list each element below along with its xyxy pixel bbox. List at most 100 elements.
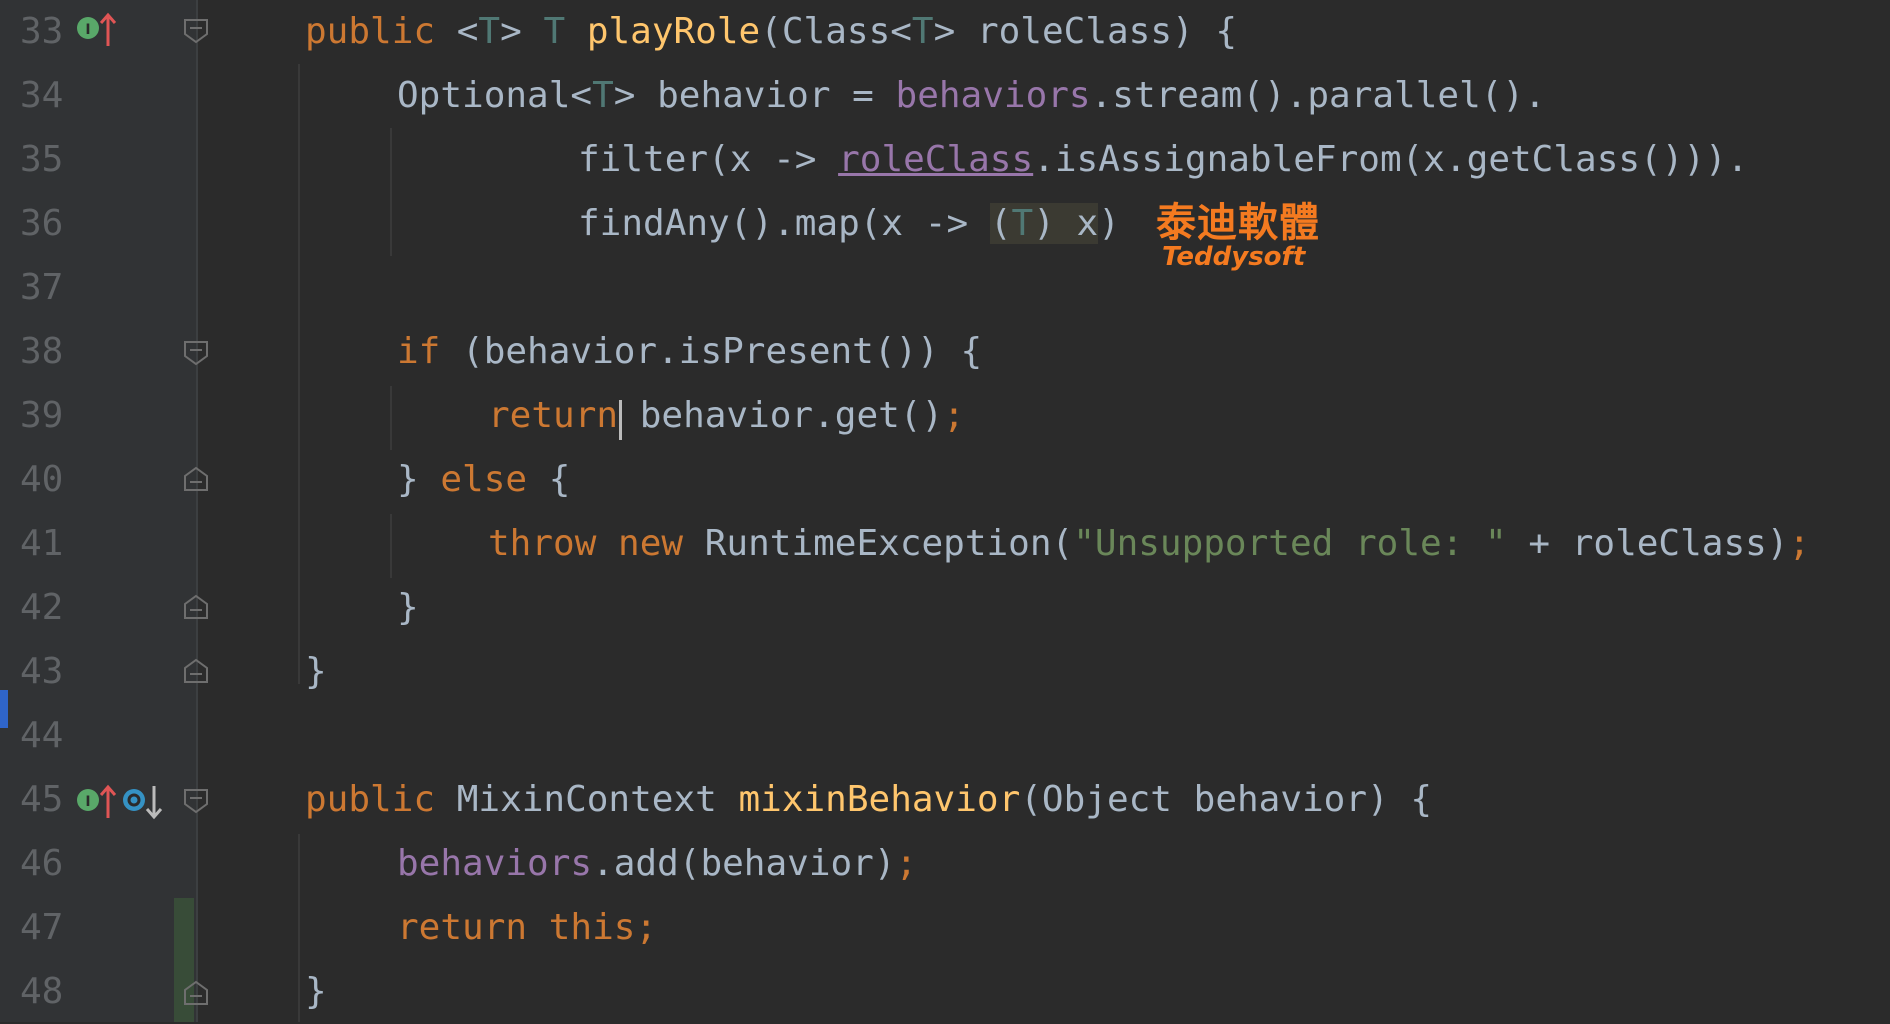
teddysoft-watermark: 泰迪軟體 Teddysoft bbox=[1150, 190, 1340, 280]
code-token: .stream().parallel(). bbox=[1090, 75, 1546, 116]
code-token: (Object behavior) { bbox=[1020, 779, 1433, 820]
line-number[interactable]: 42 bbox=[20, 576, 80, 640]
code-token: > bbox=[500, 11, 544, 52]
code-text[interactable]: Optional<T> behavior = behaviors.stream(… bbox=[397, 64, 1546, 128]
code-line[interactable]: 46 behaviors.add(behavior); bbox=[0, 832, 1890, 896]
line-number[interactable]: 40 bbox=[20, 448, 80, 512]
code-text[interactable]: if (behavior.isPresent()) { bbox=[397, 320, 982, 384]
code-token: return this; bbox=[397, 907, 658, 948]
code-token: behaviors bbox=[397, 843, 593, 884]
code-token: ; bbox=[1788, 523, 1811, 564]
code-token: else bbox=[440, 459, 549, 500]
code-token: T bbox=[1011, 203, 1034, 244]
code-text[interactable]: } bbox=[305, 960, 327, 1024]
code-line[interactable]: 37 bbox=[0, 256, 1890, 320]
code-line[interactable]: 45 public MixinContext mixinBehavior(Obje… bbox=[0, 768, 1890, 832]
fold-end-icon[interactable] bbox=[183, 980, 209, 1006]
code-token: + roleClass) bbox=[1506, 523, 1789, 564]
overridden-down-arrow-icon[interactable] bbox=[122, 782, 163, 820]
code-token: public bbox=[305, 11, 457, 52]
line-number[interactable]: 36 bbox=[20, 192, 80, 256]
code-text[interactable]: public <T> T playRole(Class<T> roleClass… bbox=[305, 0, 1237, 64]
code-token: behavior.get() bbox=[639, 395, 944, 436]
fold-collapse-icon[interactable] bbox=[183, 340, 209, 366]
code-token: .isAssignableFrom(x.getClass())). bbox=[1033, 139, 1749, 180]
code-token: if bbox=[397, 331, 463, 372]
code-token: } bbox=[397, 587, 419, 628]
fold-end-icon[interactable] bbox=[183, 594, 209, 620]
fold-end-icon[interactable] bbox=[183, 658, 209, 684]
code-text[interactable]: behaviors.add(behavior); bbox=[397, 832, 917, 896]
code-token: ; bbox=[895, 843, 918, 884]
code-token: T bbox=[592, 75, 614, 116]
code-text[interactable]: } else { bbox=[397, 448, 570, 512]
implemented-up-arrow-icon[interactable]: I bbox=[76, 10, 117, 46]
code-token: { bbox=[548, 459, 571, 500]
line-number[interactable]: 47 bbox=[20, 896, 80, 960]
code-token: ) bbox=[1098, 203, 1120, 244]
line-number[interactable]: 37 bbox=[20, 256, 80, 320]
line-number[interactable]: 33 bbox=[20, 0, 80, 64]
code-token: RuntimeException( bbox=[704, 523, 1074, 564]
code-line[interactable]: 47 return this; bbox=[0, 896, 1890, 960]
code-token: (Class< bbox=[760, 11, 912, 52]
code-text[interactable]: return this; bbox=[397, 896, 657, 960]
watermark-english: Teddysoft bbox=[1162, 242, 1306, 272]
code-token: behaviors bbox=[895, 75, 1091, 116]
code-line[interactable]: 38 if (behavior.isPresent()) { bbox=[0, 320, 1890, 384]
line-number[interactable]: 39 bbox=[20, 384, 80, 448]
fold-collapse-icon[interactable] bbox=[183, 788, 209, 814]
code-token: ( bbox=[989, 203, 1012, 244]
code-text[interactable]: filter(x -> roleClass.isAssignableFrom(x… bbox=[578, 128, 1748, 192]
code-text[interactable]: } bbox=[397, 576, 419, 640]
line-number[interactable]: 38 bbox=[20, 320, 80, 384]
code-token: > roleClass) { bbox=[933, 11, 1238, 52]
code-token: return bbox=[488, 395, 640, 436]
line-number[interactable]: 43 bbox=[20, 640, 80, 704]
code-token: T bbox=[478, 11, 501, 52]
code-line[interactable]: 40} else { bbox=[0, 448, 1890, 512]
line-number[interactable]: 46 bbox=[20, 832, 80, 896]
line-number[interactable]: 34 bbox=[20, 64, 80, 128]
line-number[interactable]: 45 bbox=[20, 768, 80, 832]
line-number[interactable]: 41 bbox=[20, 512, 80, 576]
code-token: "Unsupported role: " bbox=[1073, 523, 1507, 564]
code-text[interactable]: } bbox=[305, 640, 327, 704]
code-editor[interactable]: 33 public <T> T playRole(Class<T> roleCla… bbox=[0, 0, 1890, 1022]
code-token: T bbox=[543, 11, 587, 52]
code-token: findAny().map(x -> bbox=[578, 203, 990, 244]
code-line[interactable]: 48} bbox=[0, 960, 1890, 1024]
line-number[interactable]: 44 bbox=[20, 704, 80, 768]
code-line[interactable]: 36 findAny().map(x -> (T) x) bbox=[0, 192, 1890, 256]
code-token: Optional< bbox=[397, 75, 593, 116]
code-text[interactable]: throw new RuntimeException("Unsupported … bbox=[488, 512, 1810, 576]
watermark-chinese: 泰迪軟體 bbox=[1156, 200, 1320, 246]
code-token: .add(behavior) bbox=[592, 843, 896, 884]
code-token: public bbox=[305, 779, 457, 820]
code-token: ) x bbox=[1033, 203, 1099, 244]
implemented-up-arrow-icon[interactable]: I bbox=[76, 782, 117, 818]
text-caret bbox=[619, 400, 622, 440]
code-token: } bbox=[397, 459, 441, 500]
code-text[interactable]: return behavior.get(); bbox=[488, 384, 965, 448]
svg-text:I: I bbox=[85, 794, 90, 810]
line-number[interactable]: 35 bbox=[20, 128, 80, 192]
code-token: < bbox=[456, 11, 479, 52]
code-token: (behavior.isPresent()) { bbox=[462, 331, 983, 372]
code-token: throw new bbox=[488, 523, 705, 564]
code-line[interactable]: 34 Optional<T> behavior = behaviors.strea… bbox=[0, 64, 1890, 128]
code-line[interactable]: 33 public <T> T playRole(Class<T> roleCla… bbox=[0, 0, 1890, 64]
code-line[interactable]: 42} bbox=[0, 576, 1890, 640]
fold-end-icon[interactable] bbox=[183, 466, 209, 492]
code-token: T bbox=[911, 11, 934, 52]
code-line[interactable]: 39 return behavior.get(); bbox=[0, 384, 1890, 448]
code-text[interactable]: public MixinContext mixinBehavior(Object… bbox=[305, 768, 1432, 832]
line-number[interactable]: 48 bbox=[20, 960, 80, 1024]
code-line[interactable]: 43} bbox=[0, 640, 1890, 704]
code-line[interactable]: 44 bbox=[0, 704, 1890, 768]
fold-collapse-icon[interactable] bbox=[183, 18, 209, 44]
code-text[interactable]: findAny().map(x -> (T) x) bbox=[578, 192, 1120, 256]
code-line[interactable]: 35 filter(x -> roleClass.isAssignableFrom… bbox=[0, 128, 1890, 192]
code-token: } bbox=[305, 651, 327, 692]
code-line[interactable]: 41 throw new RuntimeException("Unsupporte… bbox=[0, 512, 1890, 576]
